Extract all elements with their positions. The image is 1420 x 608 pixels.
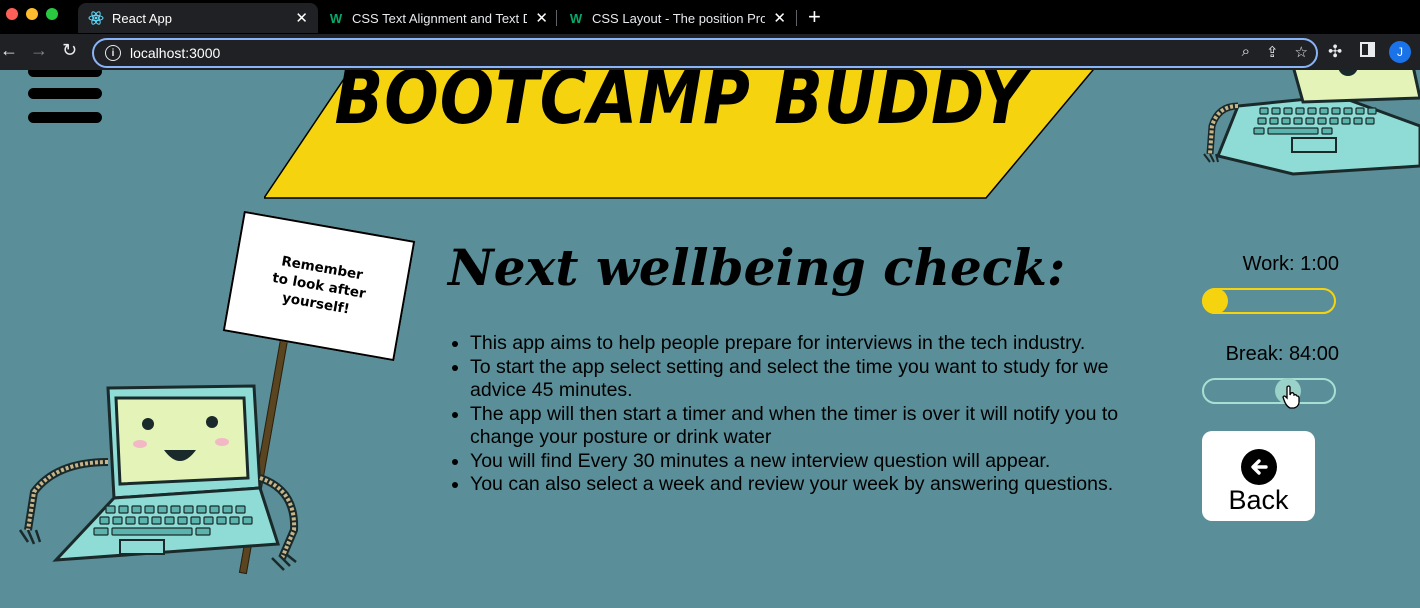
tab-title: CSS Layout - The position Prop [592, 10, 766, 26]
tab-close-icon[interactable]: ✕ [295, 9, 308, 27]
arrow-left-icon [1240, 449, 1277, 485]
tab-react-app[interactable]: React App ✕ [78, 3, 318, 33]
tab-title: React App [112, 10, 172, 26]
minimize-window-button[interactable] [26, 8, 38, 20]
reload-icon[interactable]: ↻ [62, 40, 77, 61]
tab-close-icon[interactable]: ✕ [773, 9, 786, 27]
app-title: BOOTCAMP BUDDY [334, 70, 1028, 142]
hand-pointer-cursor-icon [1282, 385, 1300, 409]
list-item: This app aims to help people prepare for… [470, 332, 1120, 356]
url-text: localhost:3000 [130, 45, 221, 61]
work-time-slider[interactable] [1202, 288, 1336, 314]
reminder-sign: Remember to look after yourself! [222, 210, 416, 362]
maximize-window-button[interactable] [46, 8, 58, 20]
app-page: BOOTCAMP BUDDY Next wellbeing check: Thi… [0, 70, 1420, 608]
zoom-icon[interactable]: ⌕ [1242, 43, 1250, 61]
tab-css-text-alignment[interactable]: W CSS Text Alignment and Text D ✕ [318, 3, 558, 33]
bookmark-star-icon[interactable]: ☆ [1295, 43, 1308, 61]
break-time-label: Break: 84:00 [1225, 343, 1339, 365]
close-window-button[interactable] [6, 8, 18, 20]
hamburger-menu-icon[interactable] [28, 70, 104, 130]
forward-arrow-icon[interactable]: → [30, 40, 48, 61]
work-time-label: Work: 1:00 [1242, 253, 1339, 275]
tab-css-layout-position[interactable]: W CSS Layout - The position Prop ✕ [558, 3, 796, 33]
w3schools-icon: W [569, 10, 583, 26]
extensions-puzzle-icon[interactable]: ✣ [1328, 42, 1342, 62]
browser-toolbar: ← → ↻ i localhost:3000 ⌕ ⇪ ☆ ✣ J [0, 34, 1420, 70]
back-arrow-icon[interactable]: ← [0, 40, 18, 61]
site-info-icon[interactable]: i [105, 45, 121, 61]
share-icon[interactable]: ⇪ [1266, 43, 1279, 61]
info-list: This app aims to help people prepare for… [448, 332, 1120, 497]
new-tab-button[interactable]: + [808, 4, 821, 30]
list-item: The app will then start a timer and when… [470, 403, 1120, 450]
break-time-slider[interactable] [1202, 378, 1336, 404]
sign-text: Remember to look after yourself! [271, 253, 367, 318]
tab-title: CSS Text Alignment and Text D [352, 10, 528, 26]
profile-avatar[interactable]: J [1389, 41, 1411, 63]
list-item: You will find Every 30 minutes a new int… [470, 450, 1120, 474]
browser-tab-bar: React App ✕ W CSS Text Alignment and Tex… [0, 0, 1420, 34]
w3schools-icon: W [329, 10, 343, 26]
laptop-robot-illustration [18, 384, 299, 571]
side-panel-icon[interactable] [1360, 42, 1375, 62]
list-item: To start the app select setting and sele… [470, 356, 1120, 403]
address-bar[interactable]: i localhost:3000 ⌕ ⇪ ☆ [92, 38, 1318, 68]
back-button-label: Back [1228, 485, 1289, 515]
tab-separator [556, 10, 557, 26]
wellbeing-heading: Next wellbeing check: [448, 238, 1066, 297]
laptop-robot-illustration [1203, 70, 1420, 176]
react-icon [88, 10, 104, 26]
tab-close-icon[interactable]: ✕ [535, 9, 548, 27]
slider-thumb[interactable] [1202, 288, 1228, 314]
tab-separator [796, 10, 797, 26]
list-item: You can also select a week and review yo… [470, 473, 1120, 497]
back-button[interactable]: Back [1202, 431, 1315, 521]
